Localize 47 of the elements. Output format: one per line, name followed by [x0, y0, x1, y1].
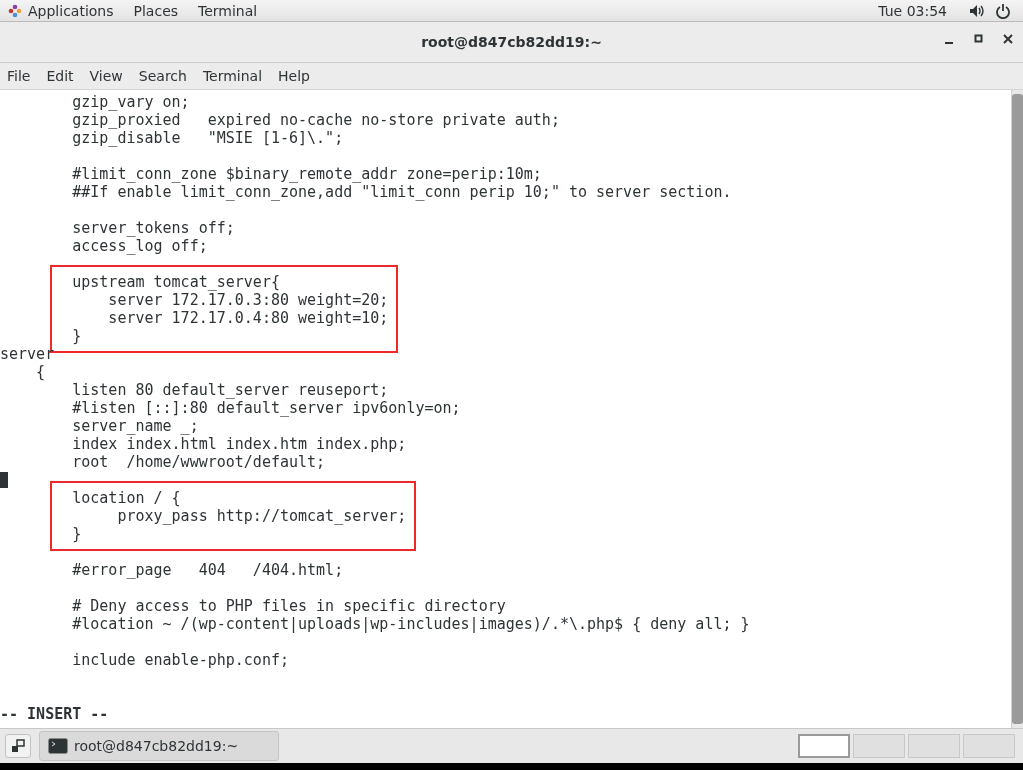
terminal-icon: [48, 738, 68, 754]
code-line: server: [0, 345, 55, 363]
code-line: root /home/wwwroot/default;: [71, 453, 326, 471]
code-line: {: [35, 363, 46, 381]
mode-indicator: -- INSERT --: [0, 705, 109, 723]
clock[interactable]: Tue 03:54: [868, 2, 957, 19]
code-line: upstream tomcat_server{: [71, 273, 280, 291]
panel-menu[interactable]: Terminal: [188, 2, 268, 19]
windows-icon: [11, 739, 25, 753]
code-line: }: [71, 525, 82, 543]
code-line: access_log off;: [71, 237, 208, 255]
code-line: include enable-php.conf;: [71, 651, 289, 669]
menu-item[interactable]: File: [7, 68, 39, 84]
code-line: server_tokens off;: [71, 219, 235, 237]
power-icon[interactable]: [995, 2, 1011, 19]
maximize-icon[interactable]: [974, 34, 983, 43]
menu-item[interactable]: Search: [138, 68, 195, 84]
workspace-button[interactable]: [798, 734, 850, 758]
code-line: index index.html index.htm index.php;: [71, 435, 407, 453]
code-line: server 172.17.0.4:80 weight=10;: [107, 309, 389, 327]
menu-item[interactable]: Help: [278, 68, 318, 84]
panel-menu[interactable]: Places: [123, 2, 189, 19]
menu-item[interactable]: Edit: [46, 68, 82, 84]
code-line: proxy_pass http://tomcat_server;: [116, 507, 407, 525]
code-line: location / {: [71, 489, 181, 507]
code-line: #error_page 404 /404.html;: [71, 561, 344, 579]
code-line: #listen [::]:80 default_server ipv6only=on;: [71, 399, 461, 417]
code-line: # Deny access to PHP files in specific directory: [71, 597, 506, 615]
window-title: root@d847cb82dd19:~: [421, 34, 602, 50]
code-line: gzip_disable "MSIE [1-6]\.";: [71, 129, 344, 147]
code-line: }: [71, 327, 82, 345]
code-line: #location ~ /(wp-content|uploads|wp-includes|images)/.*\.php$ { deny all; }: [71, 615, 750, 633]
code-line: server 172.17.0.3:80 weight=20;: [107, 291, 389, 309]
code-line: #limit_conn_zone $binary_remote_addr zone=perip:10m;: [71, 165, 542, 183]
scrollbar[interactable]: [1011, 90, 1023, 728]
menu-item[interactable]: Terminal: [202, 68, 271, 84]
show-desktop-button[interactable]: [5, 734, 31, 758]
menu-item[interactable]: View: [89, 68, 131, 84]
applications-menu[interactable]: Applications: [28, 2, 124, 19]
taskbar-window-button[interactable]: root@d847cb82dd19:~: [39, 731, 279, 761]
close-icon[interactable]: [1003, 34, 1013, 44]
code-line: server_name _;: [71, 417, 199, 435]
logo-icon[interactable]: [8, 3, 22, 18]
code-line: gzip_vary on;: [71, 93, 190, 111]
code-line: ##If enable limit_conn_zone,add "limit_conn perip 10;" to server section.: [71, 183, 732, 201]
code-line: gzip_proxied expired no-cache no-store private auth;: [71, 111, 560, 129]
code-line: listen 80 default_server reuseport;: [71, 381, 389, 399]
